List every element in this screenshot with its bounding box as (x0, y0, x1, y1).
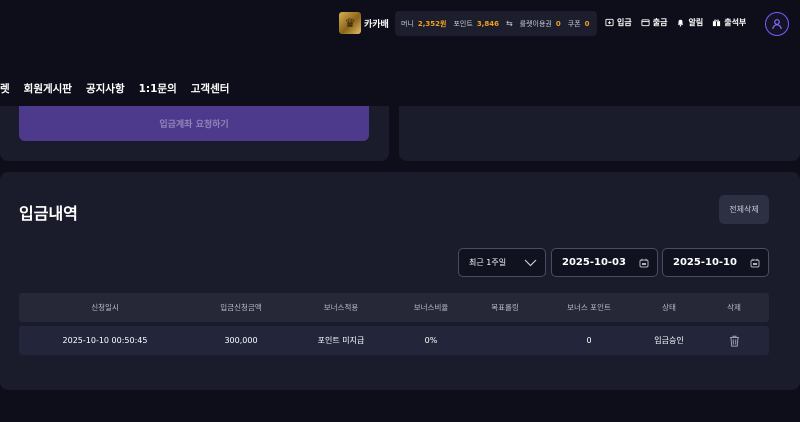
bell-icon (678, 19, 684, 27)
deposit-request-panel: 입금계좌 요청하기 (0, 106, 389, 161)
start-date-input[interactable]: 2025-10-03 (551, 248, 658, 277)
money-value: 2,352원 (417, 19, 447, 28)
page-title: 입금내역 (19, 204, 78, 223)
withdraw-icon (641, 19, 650, 27)
deposit-history-card: 입금내역 전체삭제 최근 1주일 2025-10-03 2025-10-10 신… (0, 172, 800, 390)
requested-at-cell: 2025-10-10 00:50:45 (62, 336, 148, 345)
chevron-down-icon (524, 259, 537, 266)
money-label: 머니 (401, 19, 414, 28)
notification-link[interactable]: 알림 (676, 17, 703, 28)
nav-item-inquiry[interactable]: 1:1문의 (139, 81, 177, 96)
end-date-input[interactable]: 2025-10-10 (662, 248, 769, 277)
trash-icon (729, 335, 739, 347)
start-date-value: 2025-10-03 (562, 257, 626, 268)
top-bar: ♛ 카카배 머니 2,352원 포인트 3,846 ⇆ 룰렛이용권 0 쿠폰 0… (0, 0, 800, 48)
table-row: 2025-10-10 00:50:45 300,000 포인트 미지급 0% 0… (19, 326, 769, 355)
swap-icon[interactable]: ⇆ (506, 19, 513, 28)
table-header: 신청일시 입금신청금액 보너스적용 보너스비율 목표롤링 보너스 포인트 상태 … (19, 293, 769, 322)
point-value: 3,846 (476, 19, 499, 28)
user-name: 카카배 (364, 20, 389, 30)
amount-cell: 300,000 (224, 336, 258, 345)
roulette-ticket-label: 룰렛이용권 (519, 19, 552, 28)
nav-item-roulette[interactable]: 렛 (0, 81, 10, 96)
period-value: 최근 1주일 (469, 258, 507, 267)
deposit-account-request-button[interactable]: 입금계좌 요청하기 (19, 106, 369, 141)
balance-box: 머니 2,352원 포인트 3,846 ⇆ 룰렛이용권 0 쿠폰 0 (395, 11, 597, 36)
column-header: 보너스적용 (323, 303, 359, 312)
attendance-link[interactable]: 출석부 (712, 17, 746, 28)
column-header: 상태 (662, 303, 676, 312)
column-header: 입금신청금액 (220, 303, 262, 312)
nav-item-notice[interactable]: 공지사항 (86, 81, 125, 96)
top-actions: 입금 출금 알림 출석부 (605, 17, 746, 28)
nav-item-customer-center[interactable]: 고객센터 (191, 81, 230, 96)
attendance-label: 출석부 (724, 18, 747, 27)
gift-icon (713, 19, 721, 27)
calendar-icon[interactable] (750, 258, 760, 268)
bonus-rate-cell: 0% (424, 336, 438, 345)
column-header: 신청일시 (91, 303, 119, 312)
period-select[interactable]: 최근 1주일 (458, 248, 546, 277)
nav-item-member-board[interactable]: 회원게시판 (24, 81, 72, 96)
coupon-label: 쿠폰 (567, 19, 581, 28)
avatar[interactable] (765, 12, 789, 36)
coupon-value: 0 (584, 19, 590, 28)
user-logo-icon: ♛ (339, 12, 361, 34)
deposit-label: 입금 (617, 18, 632, 27)
deposit-link[interactable]: 입금 (605, 17, 632, 28)
column-header: 보너스 포인트 (567, 303, 611, 312)
delete-all-button[interactable]: 전체삭제 (719, 195, 769, 224)
withdraw-link[interactable]: 출금 (641, 17, 668, 28)
main-nav: 렛 회원게시판 공지사항 1:1문의 고객센터 (0, 81, 229, 96)
point-label: 포인트 (453, 19, 473, 28)
status-cell: 입금승인 (654, 336, 684, 345)
column-header: 보너스비율 (413, 303, 449, 312)
notification-label: 알림 (688, 18, 704, 27)
delete-row-button[interactable] (699, 335, 769, 347)
bonus-applied-cell: 포인트 미지급 (317, 336, 365, 345)
roulette-ticket-value: 0 (555, 19, 561, 28)
withdraw-label: 출금 (652, 18, 668, 27)
column-header: 삭제 (727, 303, 741, 312)
user-icon (772, 19, 782, 30)
info-panel (399, 106, 800, 161)
deposit-icon (605, 18, 614, 27)
end-date-value: 2025-10-10 (673, 257, 737, 268)
bonus-points-cell: 0 (586, 336, 592, 345)
column-header: 목표롤링 (491, 303, 519, 312)
calendar-icon[interactable] (639, 258, 649, 268)
